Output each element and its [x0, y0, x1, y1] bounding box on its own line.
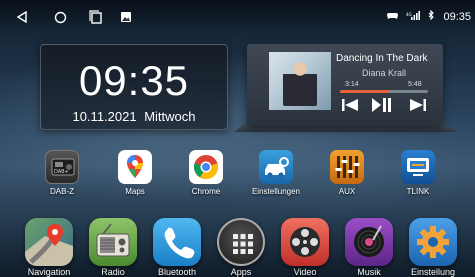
- dock-label: Video: [293, 267, 317, 277]
- app-tlink[interactable]: TLINK: [386, 150, 450, 196]
- play-pause-icon: [371, 96, 393, 119]
- progress-fill: [340, 90, 390, 93]
- clock-widget[interactable]: 09:35 10.11.2021 Mittwoch: [40, 44, 228, 130]
- track-title: Dancing In The Dark: [336, 53, 428, 64]
- app-label: TLINK: [406, 187, 430, 196]
- app-label: Einstellungen: [251, 187, 301, 196]
- play-pause-button[interactable]: [370, 96, 394, 118]
- vinyl-icon: [345, 218, 393, 266]
- dock-label: Apps: [230, 267, 252, 277]
- previous-button[interactable]: [338, 96, 362, 118]
- date-text: 10.11.2021: [72, 109, 137, 124]
- dock-musik[interactable]: Musik: [334, 218, 404, 277]
- chrome-icon: [189, 150, 223, 184]
- recents-icon[interactable]: [86, 7, 106, 27]
- radio-dab-icon: DAB+: [45, 150, 79, 184]
- image-icon[interactable]: [116, 7, 136, 27]
- app-label: DAB-Z: [50, 187, 74, 196]
- total-time: 5:48: [408, 81, 422, 88]
- dock-video[interactable]: Video: [270, 218, 340, 277]
- dock-label: Musik: [357, 267, 381, 277]
- status-bar: 4G 09:35: [0, 0, 475, 34]
- dock-label: Radio: [101, 267, 125, 277]
- app-maps[interactable]: Maps: [103, 150, 167, 196]
- back-icon[interactable]: [12, 7, 32, 27]
- clock-time: 09:35: [78, 57, 190, 104]
- elapsed-time: 3:14: [345, 81, 359, 88]
- radio-icon: [89, 218, 137, 266]
- status-icons: 4G 09:35: [387, 9, 471, 24]
- next-button[interactable]: [406, 96, 430, 118]
- bluetooth-icon: [428, 9, 435, 24]
- car-settings-icon: [259, 150, 293, 184]
- dock-bluetooth[interactable]: Bluetooth: [142, 218, 212, 277]
- gear-icon: [409, 218, 457, 266]
- gamepad-icon: [387, 12, 399, 23]
- dock: Navigation Radio Bluetooth Apps Video Mu…: [0, 210, 475, 277]
- dock-navigation[interactable]: Navigation: [14, 218, 84, 277]
- dock-label: Navigation: [27, 267, 71, 277]
- tlink-icon: [401, 150, 435, 184]
- equalizer-icon: [330, 150, 364, 184]
- dock-label: Einstellung: [410, 267, 456, 277]
- film-reel-icon: [281, 218, 329, 266]
- app-chrome[interactable]: Chrome: [174, 150, 238, 196]
- dock-apps[interactable]: Apps: [206, 218, 276, 277]
- svg-text:4G: 4G: [406, 12, 412, 17]
- clock-date: 10.11.2021 Mittwoch: [41, 109, 227, 124]
- app-label: Chrome: [191, 187, 221, 196]
- signal-icon: 4G: [406, 11, 421, 23]
- dock-einstellung[interactable]: Einstellung: [398, 218, 468, 277]
- svg-text:DAB+: DAB+: [54, 169, 69, 175]
- app-einstellungen[interactable]: Einstellungen: [244, 150, 308, 196]
- app-label: AUX: [338, 187, 356, 196]
- app-label: Maps: [125, 187, 145, 196]
- dock-label: Bluetooth: [157, 267, 197, 277]
- dock-radio[interactable]: Radio: [78, 218, 148, 277]
- navigation-icon: [25, 218, 73, 266]
- app-dab-z[interactable]: DAB+ DAB-Z: [30, 150, 94, 196]
- progress-bar[interactable]: [340, 90, 428, 93]
- status-clock: 09:35: [443, 11, 471, 23]
- apps-grid-icon: [217, 218, 265, 266]
- maps-pin-icon: [118, 150, 152, 184]
- app-aux[interactable]: AUX: [315, 150, 379, 196]
- phone-icon: [153, 218, 201, 266]
- track-artist: Diana Krall: [362, 68, 407, 78]
- next-icon: [409, 97, 427, 118]
- previous-icon: [341, 97, 359, 118]
- home-icon[interactable]: [50, 7, 70, 27]
- weekday-text: Mittwoch: [144, 109, 196, 124]
- album-art[interactable]: [269, 52, 331, 110]
